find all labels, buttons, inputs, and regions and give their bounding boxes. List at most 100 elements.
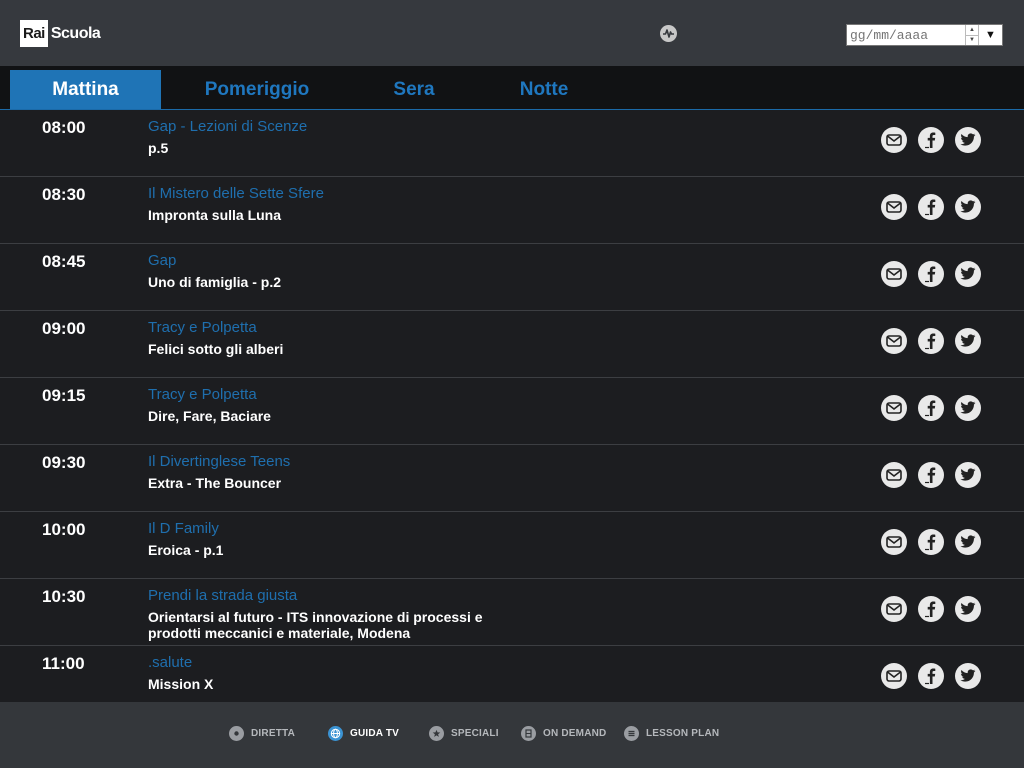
facebook-icon (924, 131, 938, 149)
program-title-link[interactable]: Gap (148, 252, 176, 269)
program-time: 09:00 (42, 319, 86, 338)
mail-share-button[interactable] (881, 127, 907, 153)
facebook-icon (924, 265, 938, 283)
schedule-row[interactable]: 10:00 Il D Family Eroica - p.1 (0, 512, 1024, 579)
facebook-share-button[interactable] (918, 194, 944, 220)
facebook-share-button[interactable] (918, 395, 944, 421)
twitter-icon (960, 267, 976, 281)
twitter-icon (960, 669, 976, 683)
schedule-row[interactable]: 09:15 Tracy e Polpetta Dire, Fare, Baciare (0, 378, 1024, 445)
twitter-share-button[interactable] (955, 462, 981, 488)
facebook-share-button[interactable] (918, 596, 944, 622)
twitter-share-button[interactable] (955, 194, 981, 220)
mail-icon (886, 201, 902, 213)
dropdown-arrow-icon[interactable]: ▼ (979, 29, 1002, 41)
mail-share-button[interactable] (881, 328, 907, 354)
schedule-row[interactable]: 08:00 Gap - Lezioni di Scenze p.5 (0, 110, 1024, 177)
schedule-row[interactable]: 10:30 Prendi la strada giusta Orientarsi a… (0, 579, 1024, 646)
tab-notte[interactable]: Notte (498, 70, 590, 109)
top-bar: Rai Scuola ▲ ▼ ▼ (0, 0, 1024, 66)
program-title-link[interactable]: Tracy e Polpetta (148, 319, 257, 336)
schedule-row[interactable]: 08:45 Gap Uno di famiglia - p.2 (0, 244, 1024, 311)
twitter-icon (960, 401, 976, 415)
nav-on-demand[interactable]: ON DEMAND (521, 726, 606, 741)
twitter-share-button[interactable] (955, 395, 981, 421)
twitter-share-button[interactable] (955, 261, 981, 287)
twitter-share-button[interactable] (955, 127, 981, 153)
program-title-link[interactable]: Tracy e Polpetta (148, 386, 257, 403)
facebook-icon (924, 533, 938, 551)
twitter-icon (960, 334, 976, 348)
spin-down-icon[interactable]: ▼ (966, 34, 978, 46)
mail-share-button[interactable] (881, 596, 907, 622)
twitter-icon (960, 200, 976, 214)
date-input[interactable] (847, 25, 965, 45)
facebook-share-button[interactable] (918, 328, 944, 354)
twitter-share-button[interactable] (955, 529, 981, 555)
facebook-icon (924, 600, 938, 618)
program-title-link[interactable]: Il Mistero delle Sette Sfere (148, 185, 324, 202)
share-buttons (881, 596, 992, 622)
twitter-share-button[interactable] (955, 663, 981, 689)
program-title-link[interactable]: Il D Family (148, 520, 219, 537)
program-title-link[interactable]: Prendi la strada giusta (148, 587, 297, 604)
film-icon (521, 726, 536, 741)
episode-title: Dire, Fare, Baciare (148, 408, 271, 424)
program-title-link[interactable]: Il Divertinglese Teens (148, 453, 290, 470)
share-buttons (881, 328, 992, 354)
bottom-nav: DIRETTA GUIDA TV SPECIALI ON DEMAND LESS… (0, 702, 1024, 768)
nav-label: DIRETTA (251, 728, 295, 739)
date-picker[interactable]: ▲ ▼ ▼ (846, 24, 1003, 46)
logo-text: Scuola (50, 24, 101, 42)
mail-icon (886, 268, 902, 280)
share-buttons (881, 462, 992, 488)
facebook-icon (924, 667, 938, 685)
schedule-row[interactable]: 08:30 Il Mistero delle Sette Sfere Impront… (0, 177, 1024, 244)
facebook-share-button[interactable] (918, 261, 944, 287)
program-time: 09:15 (42, 386, 86, 405)
tab-mattina[interactable]: Mattina (10, 70, 161, 109)
logo-mark: Rai (20, 20, 48, 47)
episode-title: Felici sotto gli alberi (148, 341, 284, 357)
mail-share-button[interactable] (881, 529, 907, 555)
schedule-row[interactable]: 09:00 Tracy e Polpetta Felici sotto gli al… (0, 311, 1024, 378)
live-activity-icon[interactable] (660, 25, 677, 42)
schedule-list: 08:00 Gap - Lezioni di Scenze p.5 08:30 Il M… (0, 110, 1024, 713)
facebook-share-button[interactable] (918, 663, 944, 689)
program-time: 08:00 (42, 118, 86, 137)
episode-title: Impronta sulla Luna (148, 207, 282, 223)
episode-title: Eroica - p.1 (148, 542, 224, 558)
twitter-share-button[interactable] (955, 596, 981, 622)
rai-scuola-logo[interactable]: Rai Scuola (20, 20, 101, 47)
nav-label: LESSON PLAN (646, 728, 720, 739)
mail-share-button[interactable] (881, 663, 907, 689)
program-title-link[interactable]: Gap - Lezioni di Scenze (148, 118, 307, 135)
episode-title: Orientarsi al futuro - ITS innovazione d… (148, 609, 483, 641)
mail-share-button[interactable] (881, 462, 907, 488)
program-title-link[interactable]: .salute (148, 654, 192, 671)
facebook-share-button[interactable] (918, 462, 944, 488)
mail-icon (886, 402, 902, 414)
twitter-share-button[interactable] (955, 328, 981, 354)
nav-speciali[interactable]: SPECIALI (429, 726, 499, 741)
schedule-row[interactable]: 09:30 Il Divertinglese Teens Extra - The B… (0, 445, 1024, 512)
mail-share-button[interactable] (881, 261, 907, 287)
facebook-share-button[interactable] (918, 529, 944, 555)
nav-diretta[interactable]: DIRETTA (229, 726, 295, 741)
nav-lesson-plan[interactable]: LESSON PLAN (624, 726, 719, 741)
nav-guida-tv[interactable]: GUIDA TV (328, 726, 399, 741)
share-buttons (881, 261, 992, 287)
share-buttons (881, 529, 992, 555)
facebook-share-button[interactable] (918, 127, 944, 153)
globe-icon (328, 726, 343, 741)
program-time: 10:30 (42, 587, 86, 606)
facebook-icon (924, 399, 938, 417)
tab-sera[interactable]: Sera (370, 70, 458, 109)
date-spinner[interactable]: ▲ ▼ (965, 25, 979, 45)
tab-pomeriggio[interactable]: Pomeriggio (176, 70, 338, 109)
mail-share-button[interactable] (881, 194, 907, 220)
program-time: 10:00 (42, 520, 86, 539)
spin-up-icon[interactable]: ▲ (966, 25, 978, 35)
mail-share-button[interactable] (881, 395, 907, 421)
daypart-tabs: Mattina Pomeriggio Sera Notte (0, 66, 1024, 110)
